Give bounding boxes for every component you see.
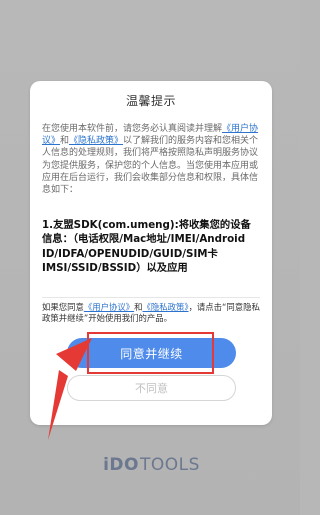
idotools-logo: iDO TOOLS <box>94 455 209 475</box>
logo-tools-text: TOOLS <box>139 455 200 475</box>
arrow-shaft <box>48 370 68 440</box>
arrow-head <box>56 338 92 371</box>
annotation-arrow <box>48 338 92 440</box>
logo-ido-text: iDO <box>103 455 139 475</box>
